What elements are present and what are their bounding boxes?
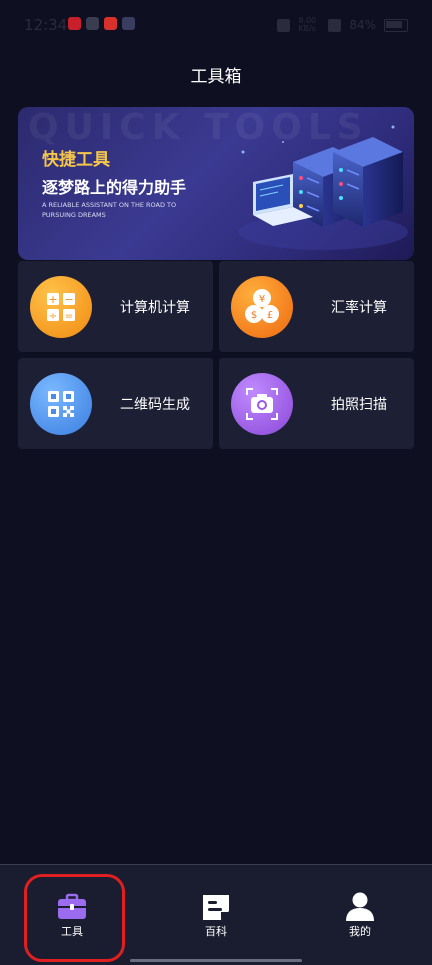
notification-app-icon (68, 17, 81, 30)
home-indicator[interactable] (130, 959, 302, 962)
banner-subtitle: 逐梦路上的得力助手 (42, 178, 187, 197)
network-speed: 8.00 KB/s (298, 16, 317, 33)
page-title: 工具箱 (190, 67, 242, 87)
tab-encyclopedia[interactable]: 百科 (166, 865, 266, 955)
qr-code-icon (30, 373, 92, 435)
svg-text:¥: ¥ (259, 294, 265, 305)
profile-icon (346, 892, 374, 921)
tool-card-camera-scan[interactable]: 拍照扫描 (219, 358, 414, 449)
tool-label: 汇率计算 (331, 300, 387, 316)
status-bar: 12:34 8.00 KB/s 84% (0, 0, 432, 50)
wifi-icon (328, 18, 342, 32)
svg-text:=: = (65, 311, 73, 322)
currency-exchange-icon: ¥ $ £ (231, 276, 293, 338)
battery-percent: 84% (349, 18, 376, 32)
battery-icon (384, 18, 408, 32)
svg-text:+: + (48, 293, 57, 306)
tool-card-calculator[interactable]: + − ÷ = 计算机计算 (18, 261, 213, 352)
svg-text:£: £ (267, 310, 273, 321)
notification-icons (68, 17, 135, 30)
svg-text:−: − (64, 293, 73, 306)
camera-scan-icon (231, 373, 293, 435)
tab-label: 百科 (205, 925, 227, 938)
notification-app-icon (86, 17, 99, 30)
tool-card-exchange-rate[interactable]: ¥ $ £ 汇率计算 (219, 261, 414, 352)
active-tab-highlight (24, 874, 125, 962)
notification-app-icon (122, 17, 135, 30)
tool-label: 拍照扫描 (331, 397, 387, 413)
notification-app-icon (104, 17, 117, 30)
banner-tagline: A RELIABLE ASSISTANT ON THE ROAD TO PURS… (42, 201, 177, 219)
encyclopedia-icon (203, 895, 229, 920)
tab-label: 我的 (349, 925, 371, 938)
tool-card-qr-code[interactable]: 二维码生成 (18, 358, 213, 449)
calculator-icon: + − ÷ = (30, 276, 92, 338)
tool-label: 计算机计算 (120, 300, 190, 316)
tool-label: 二维码生成 (120, 397, 190, 413)
status-time: 12:34 (24, 16, 68, 34)
alarm-icon (277, 18, 291, 32)
tab-profile[interactable]: 我的 (310, 865, 410, 955)
quick-tools-banner[interactable]: QUICK TOOLS 快捷工具 逐梦路上的得力助手 A RELIABLE AS… (18, 107, 414, 260)
server-laptop-illustration (238, 125, 408, 250)
banner-title: 快捷工具 (42, 150, 110, 170)
svg-text:÷: ÷ (49, 311, 57, 322)
status-right: 8.00 KB/s 84% (277, 17, 408, 33)
svg-text:$: $ (251, 310, 257, 321)
